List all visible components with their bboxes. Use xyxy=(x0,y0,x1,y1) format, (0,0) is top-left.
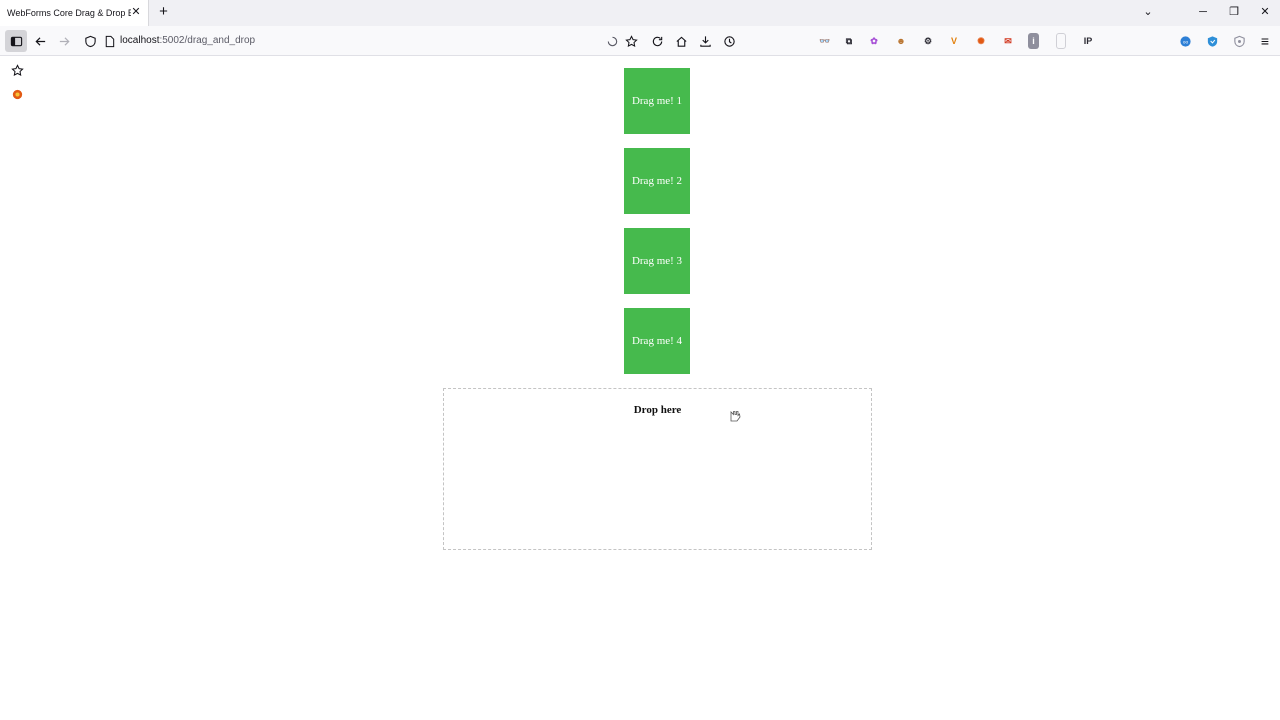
tab-close-icon[interactable]: ✕ xyxy=(130,6,142,18)
tab-active[interactable]: WebForms Core Drag & Drop Exam ✕ xyxy=(0,0,149,26)
v-extension-icon[interactable]: V xyxy=(946,33,962,49)
drag-item-label: Drag me! 2 xyxy=(631,175,683,187)
blank-extension-icon[interactable] xyxy=(1056,33,1066,49)
svg-text:oo: oo xyxy=(1182,39,1188,44)
app-menu-glyph: ≡ xyxy=(1260,33,1270,49)
drag-item-label: Drag me! 1 xyxy=(631,95,683,107)
sidebar-toggle-icon[interactable] xyxy=(5,30,27,52)
url-host: localhost xyxy=(120,35,160,46)
info-extension-icon[interactable]: i xyxy=(1028,33,1039,49)
drag-item-2[interactable]: Drag me! 2 xyxy=(624,148,690,214)
circle-extension-icon[interactable]: oo xyxy=(1176,32,1194,50)
drop-zone[interactable]: Drop here xyxy=(443,388,872,550)
minimize-icon[interactable]: ─ xyxy=(1195,4,1211,20)
loading-spinner-icon xyxy=(603,32,621,50)
tracking-shield-icon[interactable] xyxy=(81,32,99,50)
drag-item-label: Drag me! 4 xyxy=(631,335,683,347)
sidebar-bookmarks-icon[interactable] xyxy=(9,62,25,78)
history-icon[interactable] xyxy=(720,32,738,50)
back-icon[interactable] xyxy=(31,32,49,50)
bookmark-star-icon[interactable] xyxy=(622,32,640,50)
tab-strip: WebForms Core Drag & Drop Exam ✕ + ⌄ ─ ❐… xyxy=(0,0,1280,26)
navigation-toolbar: localhost:5002/drag_and_drop 👓 ⧉ ✿ ☻ ⚙ V ✺ ✉ i IP… xyxy=(0,26,1280,56)
megaphone-extension-icon[interactable]: ✉ xyxy=(1000,33,1016,49)
drag-item-label: Drag me! 3 xyxy=(631,255,683,267)
reload-icon[interactable] xyxy=(648,32,666,50)
drag-item-4[interactable]: Drag me! 4 xyxy=(624,308,690,374)
new-tab-icon[interactable]: + xyxy=(156,4,171,20)
drag-item-1[interactable]: Drag me! 1 xyxy=(624,68,690,134)
drop-zone-label: Drop here xyxy=(633,404,682,416)
puzzle-extension-icon[interactable]: ⧉ xyxy=(841,33,857,49)
tab-title: WebForms Core Drag & Drop Exam xyxy=(7,8,131,18)
glasses-extension-icon[interactable]: 👓 xyxy=(817,33,833,49)
gift-extension-icon[interactable]: ⚙ xyxy=(920,33,936,49)
downloads-icon[interactable] xyxy=(696,32,714,50)
window-close-icon[interactable]: ✕ xyxy=(1257,4,1273,20)
drag-item-3[interactable]: Drag me! 3 xyxy=(624,228,690,294)
address-bar[interactable]: localhost:5002/drag_and_drop xyxy=(120,35,255,46)
sidebar-fox-extension-icon[interactable] xyxy=(9,86,25,102)
page-info-icon[interactable] xyxy=(100,32,118,50)
monkey-extension-icon[interactable]: ☻ xyxy=(893,33,909,49)
drag-cursor-icon xyxy=(730,411,741,422)
forward-icon[interactable] xyxy=(55,32,73,50)
restore-icon[interactable]: ❐ xyxy=(1226,4,1242,20)
url-path: :5002/drag_and_drop xyxy=(159,35,256,46)
sidebar xyxy=(0,57,34,720)
shield-blue-extension-icon[interactable] xyxy=(1203,32,1221,50)
ip-extension-icon[interactable]: IP xyxy=(1080,33,1096,49)
fox-extension-icon[interactable]: ✺ xyxy=(973,33,989,49)
flower-extension-icon[interactable]: ✿ xyxy=(866,33,882,49)
home-icon[interactable] xyxy=(672,32,690,50)
list-all-tabs-icon[interactable]: ⌄ xyxy=(1140,4,1156,20)
app-menu-icon[interactable]: ≡ xyxy=(1256,32,1274,50)
shield-gray-extension-icon[interactable] xyxy=(1230,32,1248,50)
